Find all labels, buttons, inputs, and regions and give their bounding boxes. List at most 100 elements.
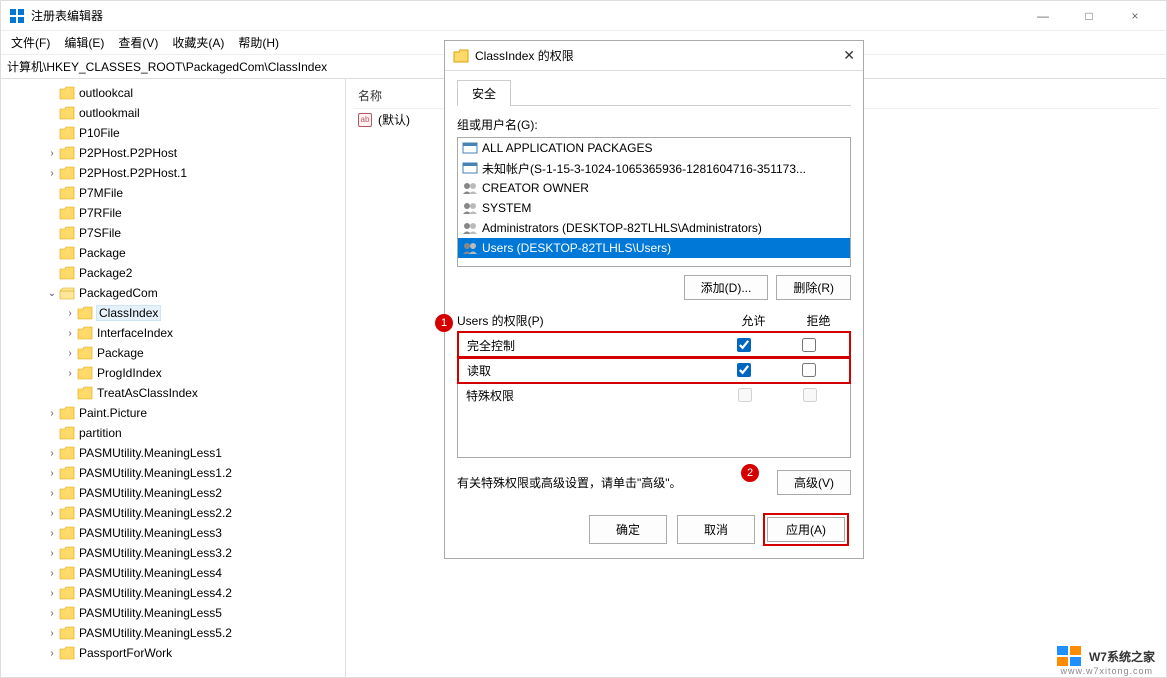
chevron-right-icon[interactable]: › — [45, 148, 59, 159]
tree-item[interactable]: › PASMUtility.MeaningLess1.2 — [1, 463, 345, 483]
tree-item[interactable]: ›PASMUtility.MeaningLess5 — [1, 603, 345, 623]
user-list-item[interactable]: ALL APPLICATION PACKAGES — [458, 138, 850, 158]
watermark-brand: W7系统之家 — [1089, 648, 1155, 665]
chevron-right-icon[interactable]: › — [45, 468, 59, 479]
chevron-right-icon[interactable]: › — [45, 548, 59, 559]
close-button[interactable]: × — [1112, 1, 1158, 31]
folder-icon — [59, 106, 75, 120]
tree-item[interactable]: ›PASMUtility.MeaningLess5.2 — [1, 623, 345, 643]
permission-name: 完全控制 — [467, 337, 711, 354]
menu-view[interactable]: 查看(V) — [112, 32, 164, 53]
menu-favorites[interactable]: 收藏夹(A) — [166, 32, 230, 53]
tree-item[interactable]: P7MFile — [1, 183, 345, 203]
user-list-item[interactable]: Administrators (DESKTOP-82TLHLS\Administ… — [458, 218, 850, 238]
chevron-right-icon[interactable]: › — [63, 308, 77, 319]
chevron-right-icon[interactable]: › — [45, 528, 59, 539]
advanced-hint-row: 有关特殊权限或高级设置，请单击"高级"。 2 高级(V) — [457, 470, 851, 495]
chevron-right-icon[interactable]: › — [45, 608, 59, 619]
chevron-right-icon[interactable]: › — [45, 408, 59, 419]
tree-item[interactable]: ⌄PackagedCom — [1, 283, 345, 303]
chevron-right-icon[interactable]: › — [45, 448, 59, 459]
users-icon — [462, 241, 478, 255]
add-button[interactable]: 添加(D)... — [684, 275, 769, 300]
tree-item-label: P7SFile — [79, 226, 121, 240]
tree-item[interactable]: partition — [1, 423, 345, 443]
tree-item-label: PASMUtility.MeaningLess1.2 — [79, 466, 232, 480]
tree-item[interactable]: › PASMUtility.MeaningLess4 — [1, 563, 345, 583]
tree-item[interactable]: ›ClassIndex — [1, 303, 345, 323]
permissions-dialog: ClassIndex 的权限 ✕ 安全 组或用户名(G): ALL APPLIC… — [444, 40, 864, 559]
minimize-button[interactable]: — — [1020, 1, 1066, 31]
tree-item-label: PASMUtility.MeaningLess3.2 — [79, 546, 232, 560]
chevron-right-icon[interactable]: › — [63, 328, 77, 339]
tree-item[interactable]: P10File — [1, 123, 345, 143]
checkbox-deny[interactable] — [802, 338, 816, 352]
tab-security[interactable]: 安全 — [457, 80, 511, 106]
chevron-right-icon[interactable]: › — [45, 628, 59, 639]
tree-item[interactable]: ›P2PHost.P2PHost — [1, 143, 345, 163]
dialog-close-button[interactable]: ✕ — [825, 47, 855, 64]
user-list-item[interactable]: CREATOR OWNER — [458, 178, 850, 198]
tree-pane[interactable]: outlookcaloutlookmailP10File›P2PHost.P2P… — [1, 79, 346, 677]
tree-item[interactable]: TreatAsClassIndex — [1, 383, 345, 403]
tree-item-label: P7MFile — [79, 186, 123, 200]
tree-item[interactable]: P7RFile — [1, 203, 345, 223]
tree-item[interactable]: ›PASMUtility.MeaningLess2.2 — [1, 503, 345, 523]
permission-row: 完全控制 — [459, 333, 849, 357]
chevron-right-icon[interactable]: › — [45, 648, 59, 659]
col-name[interactable]: 名称 — [358, 87, 382, 104]
users-listbox[interactable]: ALL APPLICATION PACKAGES未知帐户(S-1-15-3-10… — [457, 137, 851, 267]
tree-item[interactable]: ›PASMUtility.MeaningLess2 — [1, 483, 345, 503]
tree-item-label: PASMUtility.MeaningLess4 — [79, 566, 222, 580]
tree-item[interactable]: ›PASMUtility.MeaningLess1 — [1, 443, 345, 463]
tree-item-label: PASMUtility.MeaningLess3 — [79, 526, 222, 540]
string-value-icon: ab — [358, 113, 372, 127]
checkbox-deny[interactable] — [802, 363, 816, 377]
checkbox-allow[interactable] — [737, 363, 751, 377]
tree-item[interactable]: ›Paint.Picture — [1, 403, 345, 423]
tree-item[interactable]: outlookmail — [1, 103, 345, 123]
user-list-item[interactable]: SYSTEM — [458, 198, 850, 218]
folder-icon — [77, 346, 93, 360]
chevron-right-icon[interactable]: › — [45, 588, 59, 599]
user-list-item[interactable]: Users (DESKTOP-82TLHLS\Users) — [458, 238, 850, 258]
tree-item[interactable]: P7SFile — [1, 223, 345, 243]
tree-item[interactable]: Package2 — [1, 263, 345, 283]
folder-icon — [77, 306, 93, 320]
remove-button[interactable]: 删除(R) — [776, 275, 851, 300]
tree-item[interactable]: Package — [1, 243, 345, 263]
chevron-right-icon[interactable]: › — [45, 508, 59, 519]
checkbox-allow[interactable] — [737, 338, 751, 352]
tree-item[interactable]: › PASMUtility.MeaningLess3 — [1, 523, 345, 543]
tree-item-label: Package — [79, 246, 126, 260]
cancel-button[interactable]: 取消 — [677, 515, 755, 544]
tree-item[interactable]: ›InterfaceIndex — [1, 323, 345, 343]
folder-icon — [59, 286, 75, 300]
tree-item[interactable]: › PASMUtility.MeaningLess3.2 — [1, 543, 345, 563]
tree-item[interactable]: ›Package — [1, 343, 345, 363]
chevron-right-icon[interactable]: › — [45, 488, 59, 499]
chevron-right-icon[interactable]: › — [63, 348, 77, 359]
tree-item[interactable]: outlookcal — [1, 83, 345, 103]
tree-item[interactable]: ›ProgIdIndex — [1, 363, 345, 383]
maximize-button[interactable]: □ — [1066, 1, 1112, 31]
menu-edit[interactable]: 编辑(E) — [58, 32, 110, 53]
folder-icon — [59, 206, 75, 220]
permission-name: 读取 — [467, 362, 711, 379]
chevron-down-icon[interactable]: ⌄ — [45, 288, 59, 299]
advanced-button[interactable]: 高级(V) — [777, 470, 851, 495]
chevron-right-icon[interactable]: › — [45, 168, 59, 179]
folder-icon — [453, 49, 469, 63]
menu-help[interactable]: 帮助(H) — [232, 32, 285, 53]
tree-item[interactable]: ›PASMUtility.MeaningLess4.2 — [1, 583, 345, 603]
tree-item[interactable]: ›PassportForWork — [1, 643, 345, 663]
chevron-right-icon[interactable]: › — [45, 568, 59, 579]
apply-button[interactable]: 应用(A) — [767, 517, 845, 542]
chevron-right-icon[interactable]: › — [63, 368, 77, 379]
tree-item-label: partition — [79, 426, 122, 440]
user-list-item[interactable]: 未知帐户(S-1-15-3-1024-1065365936-1281604716… — [458, 158, 850, 178]
folder-icon — [59, 526, 75, 540]
ok-button[interactable]: 确定 — [589, 515, 667, 544]
menu-file[interactable]: 文件(F) — [5, 32, 56, 53]
tree-item[interactable]: ›P2PHost.P2PHost.1 — [1, 163, 345, 183]
